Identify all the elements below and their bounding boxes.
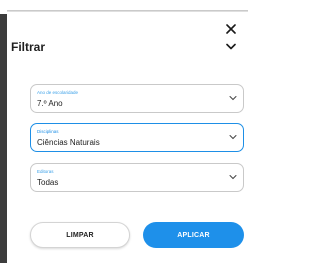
close-icon <box>226 24 236 34</box>
chevron-down-icon <box>229 175 237 180</box>
field-subjects[interactable]: Disciplinas Ciências Naturais <box>30 123 244 152</box>
field-label: Editoras <box>37 169 54 174</box>
field-value: 7.º Ano <box>37 99 63 108</box>
chevron-down-icon <box>229 96 237 101</box>
field-value: Todas <box>37 178 59 187</box>
collapse-button[interactable] <box>223 39 239 53</box>
field-value: Ciências Naturais <box>37 138 100 147</box>
field-label: Disciplinas <box>37 129 59 134</box>
panel-title: Filtrar <box>11 40 46 54</box>
field-publishers[interactable]: Editoras Todas <box>30 163 244 192</box>
backdrop-overlay <box>0 0 7 263</box>
field-school-year[interactable]: Ano de escolaridade 7.º Ano <box>30 84 244 113</box>
field-label: Ano de escolaridade <box>37 90 79 95</box>
chevron-down-icon <box>229 135 237 140</box>
chevron-down-icon <box>226 43 236 49</box>
close-button[interactable] <box>223 21 239 37</box>
apply-button[interactable]: APLICAR <box>143 222 244 248</box>
clear-button[interactable]: LIMPAR <box>30 222 130 248</box>
